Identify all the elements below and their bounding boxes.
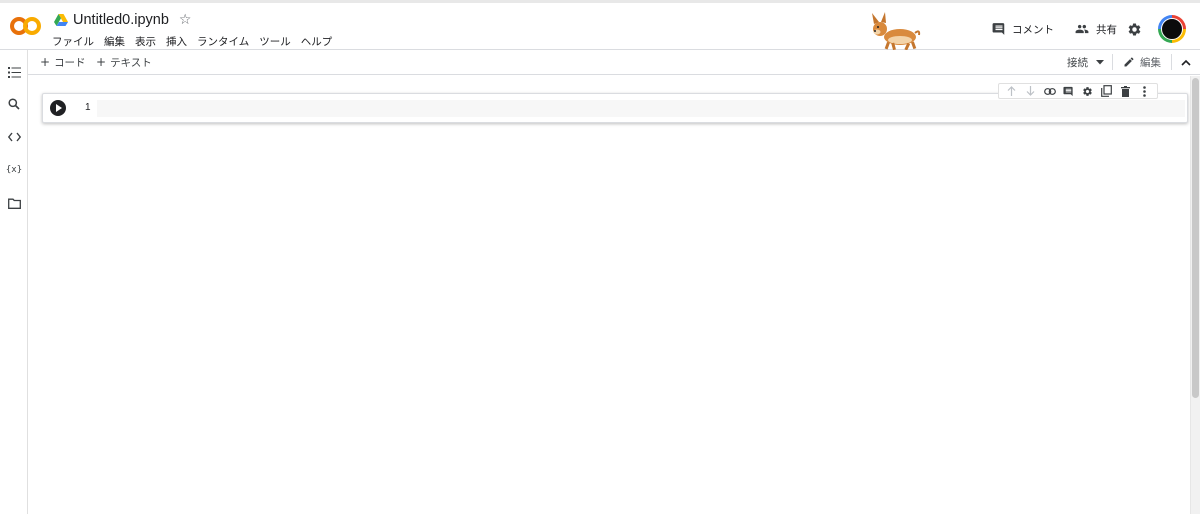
run-cell-button[interactable] [50,100,66,116]
plus-icon: + [96,55,107,69]
share-label: 共有 [1096,23,1117,36]
plus-icon: + [40,55,51,69]
cell-toolbar [998,83,1158,99]
header-actions: コメント 共有 [992,13,1186,45]
add-text-label: テキスト [110,57,152,69]
people-icon [1075,24,1089,34]
collapse-header-button[interactable] [1172,59,1200,66]
menu-bar: ファイル 編集 表示 挿入 ランタイム ツール ヘルプ [52,34,342,49]
variables-icon-glyph: {x} [5,165,23,175]
scrollbar-thumb[interactable] [1192,78,1199,398]
settings-icon[interactable] [1082,85,1094,97]
google-drive-icon [54,14,68,26]
share-button[interactable]: 共有 [1074,22,1117,37]
edit-label: 編集 [1140,56,1161,69]
connect-label: 接続 [1067,56,1088,69]
avatar-image [1161,18,1183,40]
mirror-cell-icon[interactable] [1101,85,1113,97]
menu-file[interactable]: ファイル [52,34,94,49]
star-icon[interactable]: ☆ [179,12,192,28]
chevron-up-icon [1181,59,1191,66]
connect-button[interactable]: 接続 [1059,55,1112,70]
table-of-contents-icon[interactable] [6,64,22,80]
code-editor[interactable] [97,100,1185,117]
account-avatar[interactable] [1158,15,1186,43]
variables-icon[interactable]: {x} [6,162,22,178]
angle-brackets-icon [7,132,21,142]
comment-icon[interactable] [1063,85,1075,97]
notebook-content: 1 [28,76,1190,514]
menu-insert[interactable]: 挿入 [166,34,187,49]
dropdown-caret-icon[interactable] [1096,59,1104,65]
menu-help[interactable]: ヘルプ [301,34,333,49]
line-number: 1 [85,102,91,113]
add-code-button[interactable]: + コード [40,55,86,70]
menu-tools[interactable]: ツール [259,34,291,49]
delete-icon[interactable] [1120,85,1132,97]
top-bar: Untitled0.ipynb ☆ ファイル 編集 表示 挿入 ランタイム ツー… [0,0,1200,51]
list-icon [7,66,21,78]
title-row: Untitled0.ipynb ☆ [54,9,191,31]
comment-button[interactable]: コメント [992,22,1054,37]
menu-runtime[interactable]: ランタイム [197,34,249,49]
add-text-button[interactable]: + テキスト [96,55,152,70]
search-icon[interactable] [6,96,22,112]
notebook-toolbar: + コード + テキスト 接続 編集 [28,50,1200,75]
toolbar-right: 接続 編集 [1059,50,1200,74]
folder-icon[interactable] [6,195,22,211]
gear-icon [1128,22,1141,35]
menu-view[interactable]: 表示 [135,34,156,49]
menu-edit[interactable]: 編集 [104,34,125,49]
magnifier-icon [8,98,20,110]
edit-mode-button[interactable]: 編集 [1113,55,1171,70]
corgi-mascot-image [872,12,921,51]
pencil-icon [1124,57,1134,67]
play-icon [55,104,62,112]
comment-label: コメント [1012,23,1054,36]
link-icon[interactable] [1043,85,1056,97]
settings-button[interactable] [1127,22,1148,37]
add-code-label: コード [54,57,86,69]
more-vert-icon[interactable] [1139,85,1151,97]
comment-icon [992,23,1005,35]
colab-logo[interactable] [10,15,42,37]
files-folder-icon [7,198,21,209]
arrow-down-icon[interactable] [1025,85,1037,97]
left-sidebar: {x} [0,50,28,514]
notebook-title[interactable]: Untitled0.ipynb [73,12,169,28]
vertical-scrollbar[interactable] [1190,76,1200,514]
arrow-up-icon[interactable] [1006,85,1018,97]
code-snippets-icon[interactable] [6,129,22,145]
